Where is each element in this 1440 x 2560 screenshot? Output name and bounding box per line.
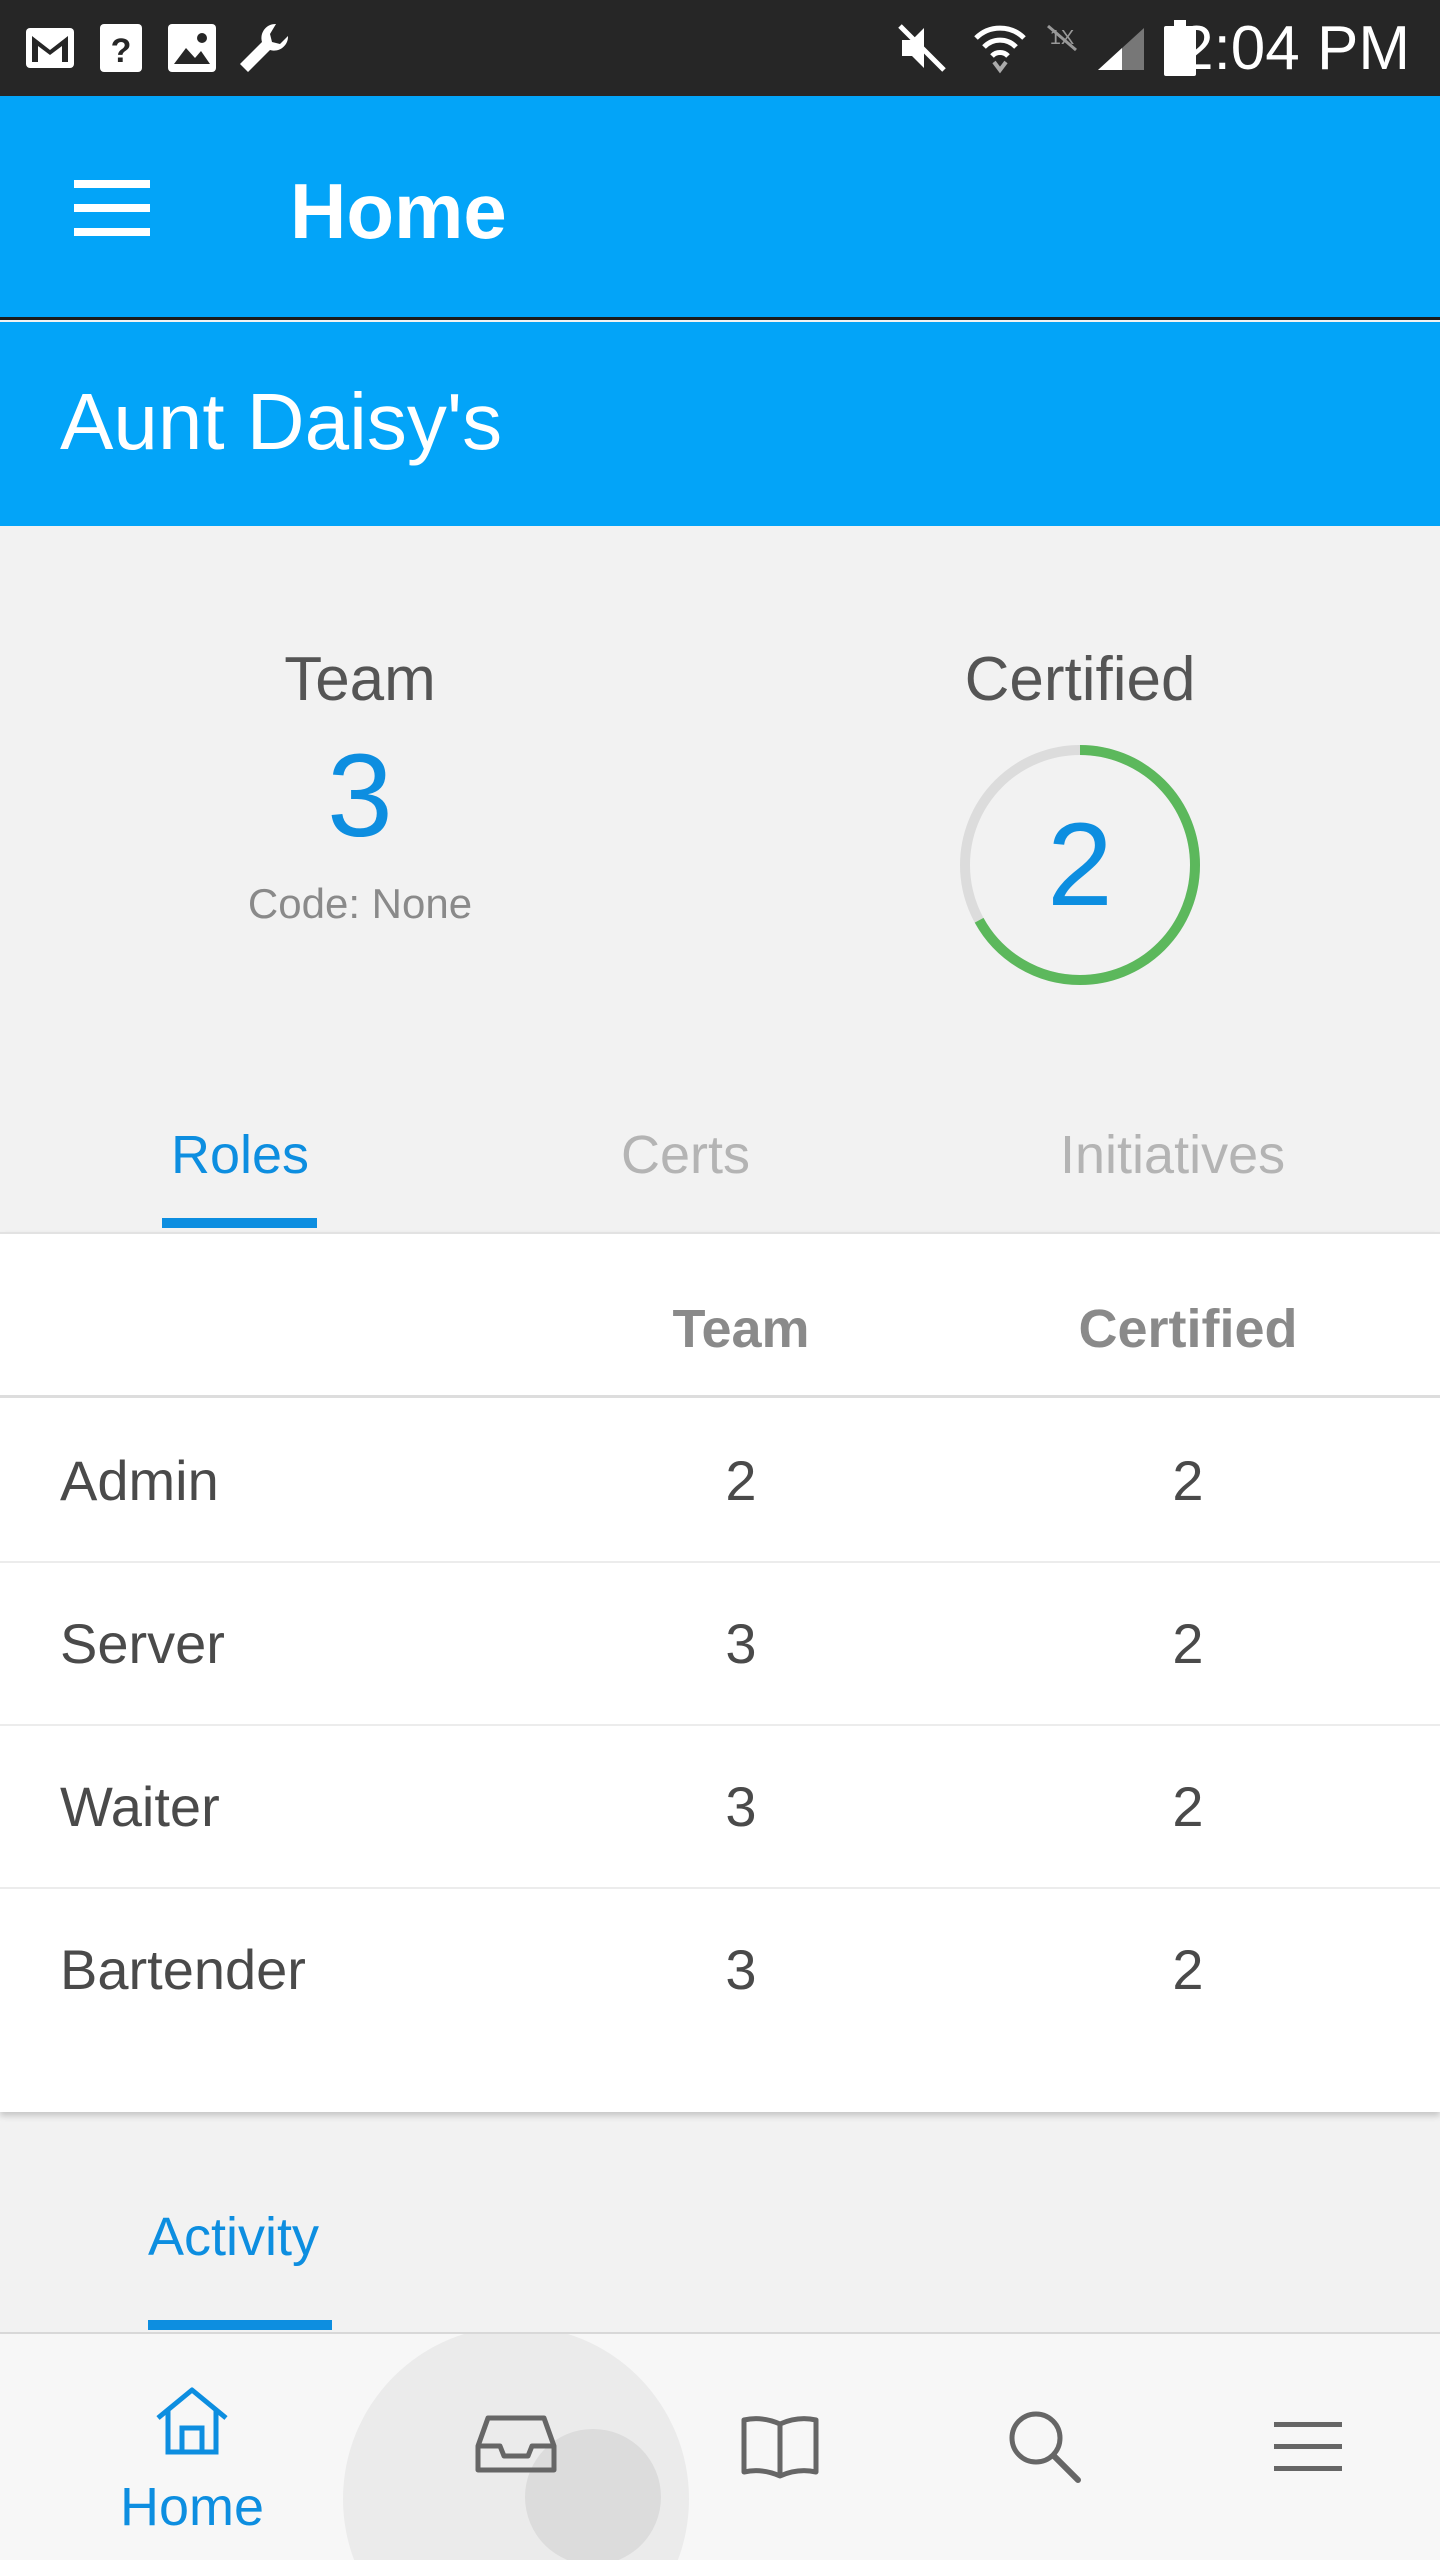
role-name: Waiter — [60, 1775, 220, 1838]
page-title: Home — [290, 167, 507, 255]
roles-table: Team Certified Admin 2 2 Server 3 2 Wait… — [0, 1232, 1440, 2112]
activity-tab-indicator — [148, 2320, 332, 2330]
help-icon: ? — [100, 24, 142, 72]
search-icon — [1009, 2411, 1081, 2483]
nav-library[interactable] — [670, 2334, 890, 2560]
status-bar: ? 1X 2:04 PM — [0, 0, 1440, 96]
store-header: Aunt Daisy's — [0, 322, 1440, 526]
table-row[interactable]: Admin 2 2 — [0, 1400, 1440, 1563]
role-certified-count: 2 — [1172, 1449, 1204, 1512]
nav-inbox[interactable] — [406, 2334, 626, 2560]
team-summary: Team 3 Code: None — [160, 640, 560, 932]
table-row[interactable]: Waiter 3 2 — [0, 1726, 1440, 1889]
role-certified-count: 2 — [1172, 1775, 1204, 1838]
nav-search[interactable] — [934, 2334, 1154, 2560]
wifi-icon — [974, 25, 1026, 74]
hamburger-menu-icon — [74, 180, 150, 236]
tab-activity[interactable]: Activity — [148, 2202, 319, 2272]
certified-label: Certified — [964, 645, 1196, 714]
tab-roles[interactable]: Roles — [171, 1120, 309, 1190]
role-team-count: 3 — [725, 1612, 757, 1675]
bottom-navigation: Home — [0, 2332, 1440, 2560]
hamburger-menu-button[interactable] — [60, 172, 164, 252]
menu-icon — [1274, 2422, 1342, 2471]
tab-certs[interactable]: Certs — [621, 1120, 750, 1190]
nav-home-label: Home — [119, 2477, 265, 2537]
table-header: Team Certified — [0, 1234, 1440, 1398]
role-name: Admin — [60, 1449, 219, 1512]
table-row[interactable]: Server 3 2 — [0, 1563, 1440, 1726]
book-icon — [741, 2416, 819, 2479]
role-team-count: 2 — [725, 1449, 757, 1512]
column-header-team: Team — [672, 1299, 810, 1359]
inbox-icon — [475, 2415, 557, 2473]
team-count: 3 — [327, 730, 393, 862]
nav-home[interactable]: Home — [82, 2334, 302, 2560]
status-time: 2:04 PM — [1179, 14, 1410, 83]
store-name: Aunt Daisy's — [60, 377, 503, 466]
wrench-icon — [240, 23, 289, 72]
role-certified-count: 2 — [1172, 1938, 1204, 2001]
app-bar: Home — [0, 96, 1440, 320]
tab-initiatives[interactable]: Initiatives — [1060, 1120, 1285, 1190]
svg-text:?: ? — [111, 32, 132, 70]
home-icon — [156, 2387, 228, 2455]
certified-summary: Certified — [880, 640, 1280, 720]
role-name: Bartender — [60, 1938, 306, 2001]
role-name: Server — [60, 1612, 225, 1675]
table-row[interactable]: Bartender 3 2 — [0, 1889, 1440, 2052]
team-label: Team — [284, 645, 436, 714]
role-team-count: 3 — [725, 1938, 757, 2001]
certified-progress-ring: 2 — [960, 745, 1200, 985]
role-team-count: 3 — [725, 1775, 757, 1838]
image-icon — [168, 24, 216, 72]
no-nfc-icon: 1X — [1047, 24, 1077, 52]
role-certified-count: 2 — [1172, 1612, 1204, 1675]
signal-icon — [1098, 28, 1144, 70]
active-tab-indicator — [162, 1218, 317, 1228]
column-header-certified: Certified — [1078, 1299, 1298, 1359]
mute-icon — [898, 24, 946, 72]
gmail-icon — [26, 28, 74, 68]
team-code: Code: None — [247, 880, 473, 927]
nav-more[interactable] — [1198, 2334, 1418, 2560]
certified-count: 2 — [1047, 799, 1113, 931]
roles-tabs: Roles Certs Initiatives — [0, 1080, 1440, 1232]
